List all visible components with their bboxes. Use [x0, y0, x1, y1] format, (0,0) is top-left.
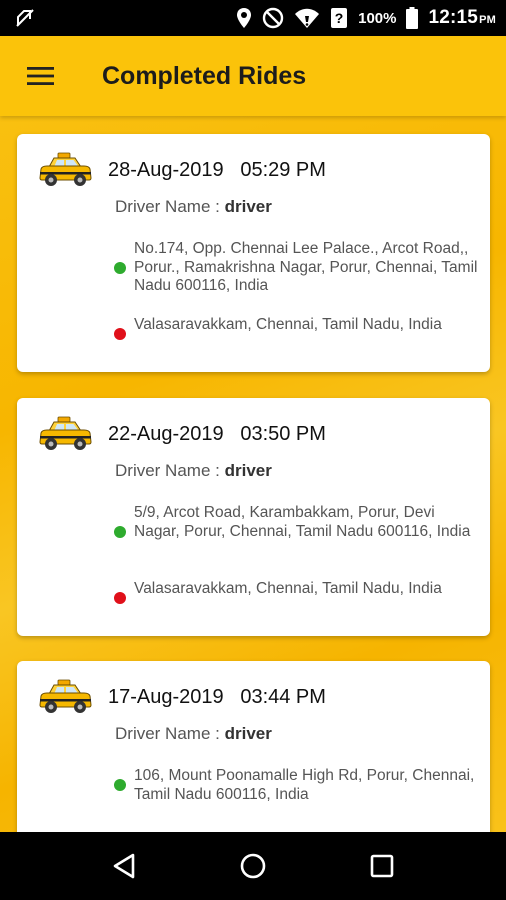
drop-dot [114, 328, 126, 340]
pickup-dot [114, 526, 126, 538]
ride-card[interactable]: 28-Aug-2019 05:29 PM Driver Name : drive… [17, 134, 490, 372]
ride-datetime: 28-Aug-2019 05:29 PM [108, 159, 326, 181]
pickup-address: 106, Mount Poonamalle High Rd, Porur, Ch… [134, 767, 475, 803]
battery-percent: 100% [358, 9, 397, 27]
app-bar: Completed Rides [0, 36, 506, 116]
no-sim-icon [14, 7, 36, 29]
clock: 12:15PM [428, 7, 496, 28]
svg-text:?: ? [335, 10, 344, 26]
ride-card[interactable]: 17-Aug-2019 03:44 PM Driver Name : drive… [17, 661, 490, 832]
driver-row: Driver Name : driver [115, 724, 272, 743]
home-button[interactable] [229, 842, 277, 890]
taxi-icon [39, 152, 92, 186]
driver-name: driver [224, 724, 272, 743]
navigation-bar [0, 832, 506, 900]
taxi-icon [39, 679, 92, 713]
home-icon [240, 853, 266, 879]
pickup-address: 5/9, Arcot Road, Karambakkam, Porur, Dev… [134, 504, 471, 540]
wifi-icon [294, 7, 320, 29]
driver-row: Driver Name : driver [115, 461, 272, 480]
driver-row: Driver Name : driver [115, 197, 272, 216]
location-icon [236, 7, 252, 29]
drop-address: Valasaravakkam, Chennai, Tamil Nadu, Ind… [134, 316, 442, 333]
pickup-address: No.174, Opp. Chennai Lee Palace., Arcot … [134, 240, 478, 294]
page-title: Completed Rides [102, 61, 307, 90]
back-button[interactable] [100, 842, 148, 890]
recents-icon [370, 854, 393, 878]
pickup-dot [114, 262, 126, 274]
hamburger-menu-icon [27, 67, 54, 85]
driver-name: driver [224, 461, 272, 480]
drop-address: Valasaravakkam, Chennai, Tamil Nadu, Ind… [134, 580, 442, 597]
drop-dot [114, 592, 126, 604]
notification-icon: ? [330, 7, 348, 29]
ride-card[interactable]: 22-Aug-2019 03:50 PM Driver Name : drive… [17, 398, 490, 636]
menu-button[interactable] [14, 49, 68, 103]
recents-button[interactable] [358, 842, 406, 890]
status-bar: ? 100% 12:15PM [0, 0, 506, 36]
ride-datetime: 22-Aug-2019 03:50 PM [108, 423, 326, 445]
battery-icon [406, 7, 419, 29]
pickup-dot [114, 779, 126, 791]
taxi-icon [39, 416, 92, 450]
ride-datetime: 17-Aug-2019 03:44 PM [108, 686, 326, 708]
driver-name: driver [224, 197, 272, 216]
back-icon [114, 853, 135, 879]
do-not-disturb-icon [262, 7, 284, 29]
rides-list[interactable]: 28-Aug-2019 05:29 PM Driver Name : drive… [0, 116, 506, 832]
